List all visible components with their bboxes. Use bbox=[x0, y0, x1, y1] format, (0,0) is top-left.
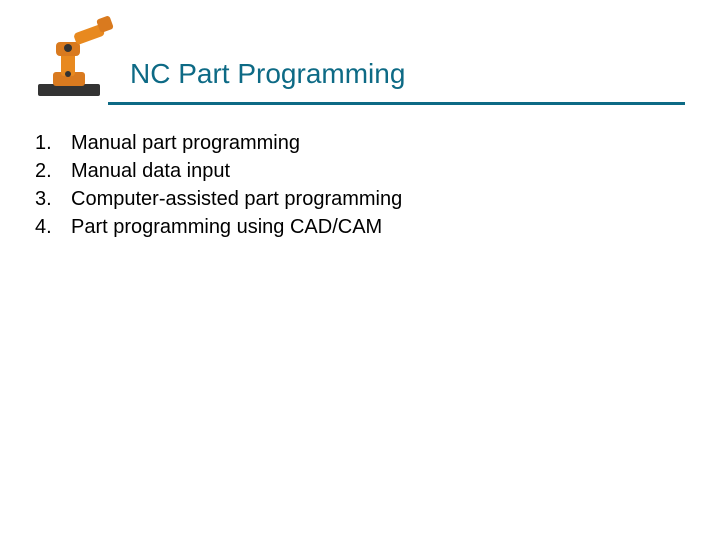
list-number: 2. bbox=[35, 157, 71, 185]
slide-content: 1. Manual part programming 2. Manual dat… bbox=[35, 129, 720, 241]
list-number: 3. bbox=[35, 185, 71, 213]
title-underline bbox=[108, 102, 685, 105]
slide-header: NC Part Programming bbox=[0, 0, 720, 105]
list-number: 4. bbox=[35, 213, 71, 241]
slide-title: NC Part Programming bbox=[130, 20, 720, 102]
list-item: 1. Manual part programming bbox=[35, 129, 720, 157]
list-text: Manual data input bbox=[71, 157, 720, 185]
robot-arm-icon bbox=[28, 12, 118, 102]
numbered-list: 1. Manual part programming 2. Manual dat… bbox=[35, 129, 720, 241]
list-text: Part programming using CAD/CAM bbox=[71, 213, 720, 241]
list-text: Computer-assisted part programming bbox=[71, 185, 720, 213]
list-text: Manual part programming bbox=[71, 129, 720, 157]
list-item: 2. Manual data input bbox=[35, 157, 720, 185]
list-item: 3. Computer-assisted part programming bbox=[35, 185, 720, 213]
list-number: 1. bbox=[35, 129, 71, 157]
list-item: 4. Part programming using CAD/CAM bbox=[35, 213, 720, 241]
